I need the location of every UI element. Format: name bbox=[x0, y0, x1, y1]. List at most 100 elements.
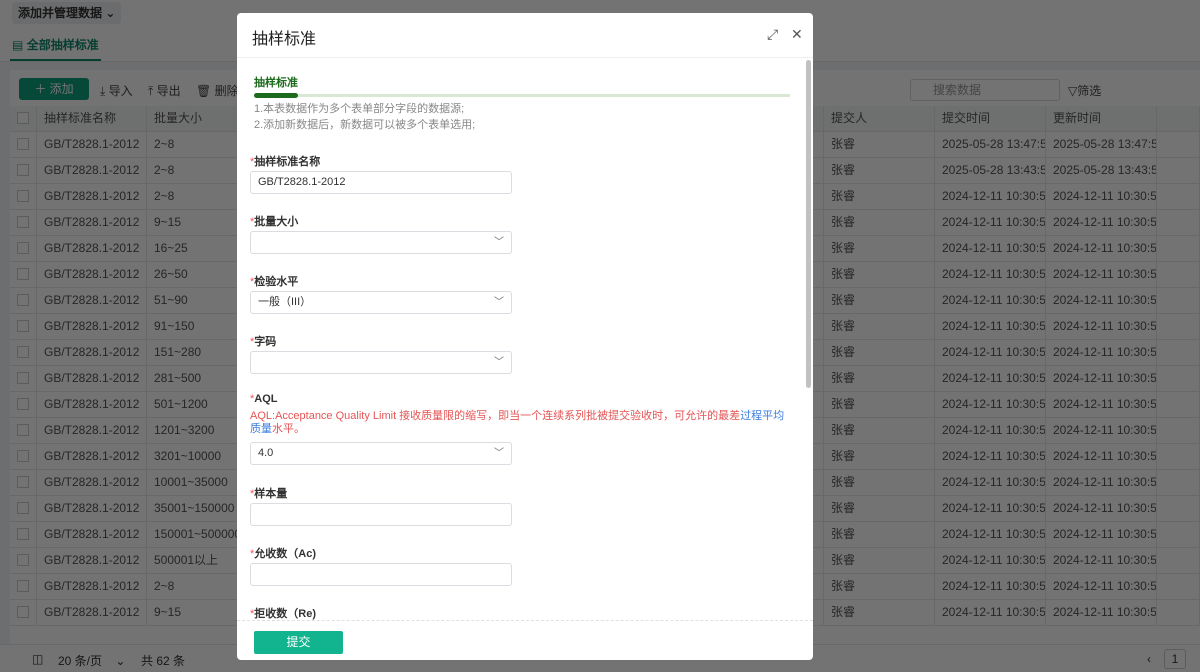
text-field[interactable]: GB/T2828.1-2012 bbox=[250, 171, 512, 194]
modal-body: 抽样标准 1.本表数据作为多个表单部分字段的数据源; 2.添加新数据后，新数据可… bbox=[237, 58, 813, 620]
chevron-down-icon: ﹀ bbox=[494, 297, 504, 308]
import-button[interactable]: ⤓ 导入 bbox=[100, 82, 133, 99]
modal-header: 抽样标准 ⤢ ✕ bbox=[237, 13, 813, 58]
expand-icon[interactable]: ⤢ bbox=[767, 26, 778, 43]
text-field[interactable] bbox=[250, 503, 512, 526]
cell-name: GB/T2828.1-2012 bbox=[37, 262, 147, 287]
field-label: *字码 bbox=[250, 336, 277, 348]
cell-submitter: 张睿 bbox=[824, 418, 935, 443]
page-input[interactable]: 1 bbox=[1164, 649, 1186, 669]
row-checkbox[interactable] bbox=[10, 210, 37, 235]
cell-update-time: 2024-12-11 10:30:54 bbox=[1046, 392, 1157, 417]
cell-submitter: 张睿 bbox=[824, 496, 935, 521]
add-button[interactable]: ＋ 添加 bbox=[19, 78, 89, 100]
cell-extra bbox=[1157, 418, 1200, 443]
cell-submit-time: 2024-12-11 10:30:54 bbox=[935, 184, 1046, 209]
chevron-down-icon: ﹀ bbox=[494, 448, 504, 459]
delete-button[interactable]: 🗑 删除 bbox=[196, 82, 239, 99]
cell-submit-time: 2024-12-11 10:30:54 bbox=[935, 210, 1046, 235]
modal-title: 抽样标准 bbox=[252, 31, 317, 48]
row-checkbox[interactable] bbox=[10, 366, 37, 391]
cell-name: GB/T2828.1-2012 bbox=[37, 418, 147, 443]
cell-submit-time: 2025-05-28 13:43:52 bbox=[935, 158, 1046, 183]
text-field[interactable] bbox=[250, 563, 512, 586]
form-field: *样本量 bbox=[250, 485, 790, 526]
row-checkbox[interactable] bbox=[10, 184, 37, 209]
cell-update-time: 2024-12-11 10:30:54 bbox=[1046, 210, 1157, 235]
row-checkbox[interactable] bbox=[10, 522, 37, 547]
form-field: *检验水平一般（III） ﹀ bbox=[250, 273, 790, 314]
row-checkbox[interactable] bbox=[10, 470, 37, 495]
cell-update-time: 2024-12-11 10:30:54 bbox=[1046, 262, 1157, 287]
cell-name: GB/T2828.1-2012 bbox=[37, 392, 147, 417]
cell-update-time: 2024-12-11 10:30:54 bbox=[1046, 366, 1157, 391]
field-label: *允收数（Ac) bbox=[250, 548, 317, 560]
row-checkbox[interactable] bbox=[10, 548, 37, 573]
select-field[interactable]: 4.0 ﹀ bbox=[250, 442, 512, 465]
cell-extra bbox=[1157, 262, 1200, 287]
select-field[interactable]: ﹀ bbox=[250, 231, 512, 254]
filter-button[interactable]: ▽筛选 bbox=[1068, 82, 1101, 99]
cell-submit-time: 2024-12-11 10:30:54 bbox=[935, 288, 1046, 313]
row-checkbox[interactable] bbox=[10, 288, 37, 313]
download-icon: ⤓ bbox=[100, 84, 106, 98]
row-checkbox[interactable] bbox=[10, 262, 37, 287]
modal-footer: 提交 bbox=[237, 620, 813, 660]
field-label: *检验水平 bbox=[250, 276, 299, 288]
header-submitter[interactable]: 提交人 bbox=[824, 106, 935, 131]
row-checkbox[interactable] bbox=[10, 444, 37, 469]
cell-extra bbox=[1157, 236, 1200, 261]
cell-update-time: 2025-05-28 13:47:59 bbox=[1046, 132, 1157, 157]
trash-icon: 🗑 bbox=[196, 84, 212, 98]
row-checkbox[interactable] bbox=[10, 418, 37, 443]
cell-name: GB/T2828.1-2012 bbox=[37, 158, 147, 183]
header-update-time[interactable]: 更新时间 bbox=[1046, 106, 1157, 131]
field-label: *AQL bbox=[250, 393, 278, 405]
column-icon[interactable]: ◫ bbox=[32, 652, 43, 666]
prev-page-button[interactable]: ‹ bbox=[1147, 652, 1151, 666]
cell-submitter: 张睿 bbox=[824, 158, 935, 183]
export-button[interactable]: ⤒ 导出 bbox=[148, 82, 181, 99]
select-field[interactable]: 一般（III） ﹀ bbox=[250, 291, 512, 314]
search-input[interactable]: 搜索数据 bbox=[910, 79, 1060, 101]
tab-all[interactable]: ▤ 全部抽样标准 bbox=[10, 30, 101, 61]
form-field: *拒收数（Re) bbox=[250, 605, 790, 620]
cell-submitter: 张睿 bbox=[824, 340, 935, 365]
form-field: *抽样标准名称 GB/T2828.1-2012 bbox=[250, 153, 790, 194]
cell-name: GB/T2828.1-2012 bbox=[37, 210, 147, 235]
page-size: 20 条/页 bbox=[58, 654, 103, 668]
aql-note: AQL:Acceptance Quality Limit 接收质量限的缩写，即当… bbox=[250, 410, 785, 435]
row-checkbox[interactable] bbox=[10, 340, 37, 365]
select-all-checkbox[interactable] bbox=[10, 106, 37, 131]
upload-icon: ⤒ bbox=[148, 84, 154, 98]
section-indicator bbox=[254, 93, 298, 98]
select-field[interactable]: ﹀ bbox=[250, 351, 512, 374]
row-checkbox[interactable] bbox=[10, 132, 37, 157]
row-checkbox[interactable] bbox=[10, 158, 37, 183]
row-checkbox[interactable] bbox=[10, 574, 37, 599]
cell-submit-time: 2024-12-11 10:30:54 bbox=[935, 496, 1046, 521]
cell-name: GB/T2828.1-2012 bbox=[37, 366, 147, 391]
row-checkbox[interactable] bbox=[10, 600, 37, 625]
cell-update-time: 2024-12-11 10:30:54 bbox=[1046, 496, 1157, 521]
row-checkbox[interactable] bbox=[10, 496, 37, 521]
close-icon[interactable]: ✕ bbox=[791, 26, 803, 43]
cell-submit-time: 2024-12-11 10:30:54 bbox=[935, 340, 1046, 365]
page-size-select[interactable]: 20 条/页 ⌄ bbox=[58, 652, 125, 669]
cell-submitter: 张睿 bbox=[824, 184, 935, 209]
header-name[interactable]: 抽样标准名称 bbox=[37, 106, 147, 131]
cell-extra bbox=[1157, 340, 1200, 365]
cell-submit-time: 2024-12-11 10:30:54 bbox=[935, 392, 1046, 417]
note-2: 2.添加新数据后，新数据可以被多个表单选用; bbox=[254, 119, 476, 131]
header-submit-time[interactable]: 提交时间 bbox=[935, 106, 1046, 131]
row-checkbox[interactable] bbox=[10, 392, 37, 417]
cell-submit-time: 2024-12-11 10:30:54 bbox=[935, 366, 1046, 391]
submit-button[interactable]: 提交 bbox=[254, 631, 343, 654]
row-checkbox[interactable] bbox=[10, 236, 37, 261]
filter-label: 筛选 bbox=[1077, 84, 1102, 98]
tab-label: 全部抽样标准 bbox=[26, 38, 99, 52]
app-selector[interactable]: 添加并管理数据 ⌄ bbox=[12, 2, 122, 24]
scrollbar[interactable] bbox=[806, 60, 811, 388]
row-checkbox[interactable] bbox=[10, 314, 37, 339]
delete-label: 删除 bbox=[214, 84, 239, 98]
